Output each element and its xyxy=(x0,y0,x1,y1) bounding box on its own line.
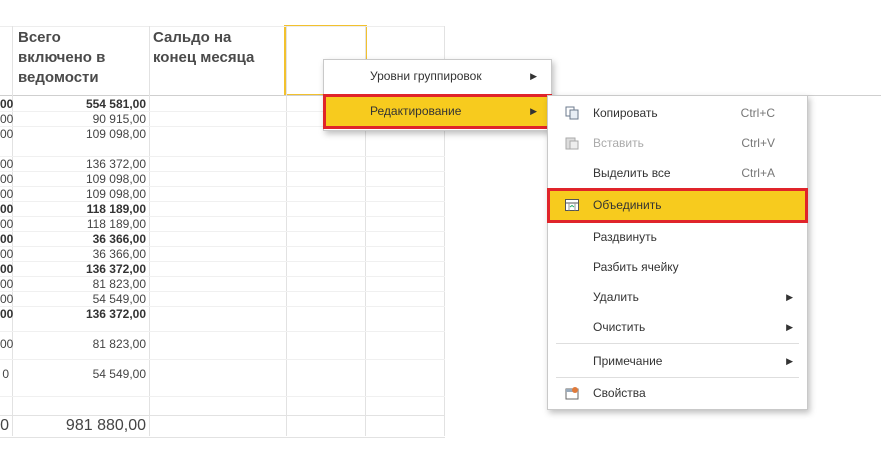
value-cell[interactable]: 54 549,00 xyxy=(14,367,146,381)
menu-item-label: Примечание xyxy=(593,354,663,368)
left-column-fragment: 00 xyxy=(0,187,14,201)
row-line xyxy=(0,231,445,232)
value-cell[interactable]: 90 915,00 xyxy=(14,112,146,126)
submenu-arrow-icon: ▶ xyxy=(786,322,793,332)
submenu-arrow-icon: ▶ xyxy=(530,71,537,81)
shortcut-label: Ctrl+V xyxy=(741,136,775,150)
merge-cells-icon xyxy=(565,199,579,211)
menu-separator xyxy=(556,343,799,344)
menu-item-delete[interactable]: Удалить ▶ xyxy=(548,282,807,312)
total-bottom-line xyxy=(0,437,445,438)
menu-item-copy[interactable]: Копировать Ctrl+C xyxy=(548,98,807,128)
menu-item-spread[interactable]: Раздвинуть xyxy=(548,222,807,252)
left-column-fragment: 00 xyxy=(0,217,14,231)
left-column-fragment: 00 xyxy=(0,292,14,306)
menu-item-label: Выделить все xyxy=(593,166,671,180)
header-balance-end: Сальдо на конец месяца xyxy=(153,29,255,66)
left-column-fragment: 00 xyxy=(0,97,14,111)
menu-item-label: Вставить xyxy=(593,136,644,150)
left-column-fragment: 00 xyxy=(0,307,14,321)
shortcut-label: Ctrl+C xyxy=(740,106,775,120)
value-cell[interactable]: 36 366,00 xyxy=(14,232,146,246)
shortcut-label: Ctrl+A xyxy=(741,166,775,180)
grand-total: 981 880,00 xyxy=(65,417,146,434)
left-column-fragment: 00 xyxy=(0,157,14,171)
copy-icon xyxy=(565,106,579,120)
menu-item-label: Очистить xyxy=(593,320,646,334)
menu-item-note[interactable]: Примечание ▶ xyxy=(548,346,807,376)
menu-item-split-cell[interactable]: Разбить ячейку xyxy=(548,252,807,282)
left-column-fragment: 00 xyxy=(0,127,14,141)
properties-icon xyxy=(565,387,579,400)
context-menu: Уровни группировок ▶ Редактирование ▶ xyxy=(323,59,552,131)
menu-item-label: Удалить xyxy=(593,290,639,304)
value-cell[interactable]: 136 372,00 xyxy=(14,157,146,171)
header-total-included: Всего включено в ведомости xyxy=(18,29,106,86)
left-column-fragment: 00 xyxy=(0,172,14,186)
row-line xyxy=(0,156,445,157)
row-line xyxy=(0,186,445,187)
row-line xyxy=(0,171,445,172)
editing-submenu: Копировать Ctrl+C Вставить Ctrl+V Выдели… xyxy=(547,95,808,410)
menu-item-label: Редактирование xyxy=(370,104,462,118)
left-column-fragment: 00 xyxy=(0,232,14,246)
submenu-arrow-icon: ▶ xyxy=(786,292,793,302)
value-cell[interactable]: 554 581,00 xyxy=(14,97,146,111)
value-cell[interactable]: 81 823,00 xyxy=(14,277,146,291)
row-line xyxy=(0,201,445,202)
value-cell[interactable]: 136 372,00 xyxy=(14,307,146,321)
total-top-line xyxy=(0,415,445,416)
menu-item-grouping-levels[interactable]: Уровни группировок ▶ xyxy=(324,63,551,90)
paste-icon xyxy=(565,137,579,150)
row-line xyxy=(0,276,445,277)
menu-item-label: Раздвинуть xyxy=(593,230,657,244)
value-cell[interactable]: 109 098,00 xyxy=(14,127,146,141)
row-line xyxy=(0,306,445,307)
menu-separator xyxy=(556,377,799,378)
row-line xyxy=(0,216,445,217)
menu-item-label: Уровни группировок xyxy=(370,69,482,83)
value-cell[interactable]: 118 189,00 xyxy=(14,202,146,216)
menu-item-label: Копировать xyxy=(593,106,658,120)
value-cell[interactable]: 109 098,00 xyxy=(14,172,146,186)
value-cell[interactable]: 109 098,00 xyxy=(14,187,146,201)
value-cell[interactable]: 81 823,00 xyxy=(14,337,146,351)
menu-item-paste[interactable]: Вставить Ctrl+V xyxy=(548,128,807,158)
menu-item-label: Объединить xyxy=(593,198,662,212)
row-line xyxy=(0,261,445,262)
left-column-fragment: 00 xyxy=(0,247,14,261)
value-cell[interactable]: 54 549,00 xyxy=(14,292,146,306)
left-total-fragment: 0 xyxy=(0,417,9,434)
value-cell[interactable]: 136 372,00 xyxy=(14,262,146,276)
row-line xyxy=(0,246,445,247)
left-column-fragment: 00 xyxy=(0,202,14,216)
menu-item-select-all[interactable]: Выделить все Ctrl+A xyxy=(548,158,807,188)
row-line xyxy=(0,396,445,397)
top-line xyxy=(0,26,445,27)
left-column-fragment: 0 xyxy=(2,367,9,381)
left-column-fragment: 00 xyxy=(0,277,14,291)
left-column-fragment: 00 xyxy=(0,337,14,351)
menu-item-editing[interactable]: Редактирование ▶ xyxy=(323,94,552,129)
submenu-arrow-icon: ▶ xyxy=(786,356,793,366)
row-line xyxy=(0,331,445,332)
left-column-fragment: 00 xyxy=(0,112,14,126)
submenu-arrow-icon: ▶ xyxy=(530,106,537,116)
row-line xyxy=(0,291,445,292)
menu-item-label: Свойства xyxy=(593,386,646,400)
menu-item-clear[interactable]: Очистить ▶ xyxy=(548,312,807,342)
value-cell[interactable]: 118 189,00 xyxy=(14,217,146,231)
left-column-fragment: 00 xyxy=(0,262,14,276)
menu-item-properties[interactable]: Свойства xyxy=(548,379,807,407)
menu-item-merge[interactable]: Объединить xyxy=(547,188,808,223)
menu-item-label: Разбить ячейку xyxy=(593,260,679,274)
value-cell[interactable]: 36 366,00 xyxy=(14,247,146,261)
row-line xyxy=(0,359,445,360)
